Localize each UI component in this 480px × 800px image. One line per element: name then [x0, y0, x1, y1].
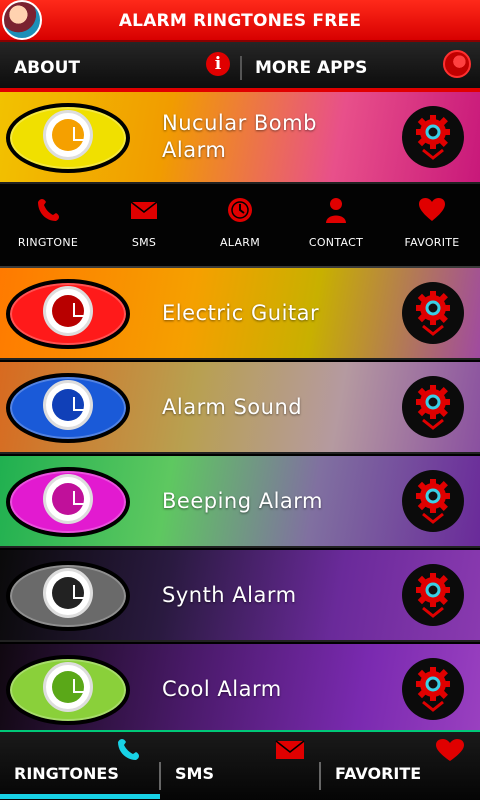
ringtone-title: Synth Alarm: [162, 583, 297, 607]
ringtone-title: Electric Guitar: [162, 301, 320, 325]
ringtone-row-2[interactable]: Electric Guitar: [0, 268, 480, 360]
tab-sms[interactable]: SMS: [161, 732, 321, 800]
action-sms[interactable]: SMS: [96, 184, 192, 268]
ringtone-row-5[interactable]: Synth Alarm: [0, 550, 480, 642]
ringtone-row-1[interactable]: Nucular Bomb Alarm: [0, 92, 480, 184]
app-title: ALARM RINGTONES FREE: [118, 11, 362, 31]
tab-ringtones[interactable]: RINGTONES: [0, 732, 160, 800]
about-button[interactable]: ABOUT: [14, 58, 80, 78]
action-alarm[interactable]: ALARM: [192, 184, 288, 268]
bottom-tab-bar: RINGTONES SMS FAVORITE: [0, 730, 480, 800]
phone-icon: [38, 199, 59, 221]
action-favorite[interactable]: FAVORITE: [384, 184, 480, 268]
alarm-clock-icon: [42, 656, 94, 718]
ringtone-title: Beeping Alarm: [162, 489, 324, 513]
settings-gear-icon[interactable]: [402, 470, 464, 532]
alarm-clock-icon: [42, 280, 94, 342]
ringtone-row-6[interactable]: Cool Alarm: [0, 644, 480, 730]
nav-divider: [240, 56, 242, 80]
globe-icon[interactable]: [443, 50, 471, 78]
action-contact[interactable]: CONTACT: [288, 184, 384, 268]
settings-gear-icon[interactable]: [402, 376, 464, 438]
ringtone-actions-bar: RINGTONE SMS ALARM CONTACT FAVORITE: [0, 184, 480, 268]
title-bar: ALARM RINGTONES FREE: [0, 0, 480, 42]
alarm-icon: [228, 198, 252, 222]
more-apps-button[interactable]: MORE APPS: [255, 58, 367, 78]
envelope-icon: [275, 740, 305, 759]
ringtone-list: Nucular Bomb Alarm RINGTONE SMS ALARM CO…: [0, 92, 480, 730]
alarm-clock-icon: [42, 104, 94, 166]
ringtone-title: Alarm Sound: [162, 395, 303, 419]
settings-gear-icon[interactable]: [402, 658, 464, 720]
heart-icon: [436, 739, 464, 761]
settings-gear-icon[interactable]: [402, 282, 464, 344]
tab-favorite[interactable]: FAVORITE: [321, 732, 480, 800]
phone-icon: [118, 739, 139, 760]
heart-icon: [419, 198, 445, 221]
action-ringtone[interactable]: RINGTONE: [0, 184, 96, 268]
ringtone-title: Nucular Bomb Alarm: [162, 111, 317, 162]
top-nav: ABOUT i MORE APPS: [0, 42, 480, 92]
ringtone-row-4[interactable]: Beeping Alarm: [0, 456, 480, 548]
alarm-clock-icon: [42, 562, 94, 624]
person-icon: [326, 198, 346, 223]
active-tab-indicator: [0, 794, 160, 799]
envelope-icon: [130, 201, 158, 219]
settings-gear-icon[interactable]: [402, 106, 464, 168]
ringtone-row-3[interactable]: Alarm Sound: [0, 362, 480, 454]
settings-gear-icon[interactable]: [402, 564, 464, 626]
info-icon[interactable]: i: [206, 52, 230, 76]
alarm-clock-icon: [42, 468, 94, 530]
alarm-clock-icon: [42, 374, 94, 436]
ringtone-title: Cool Alarm: [162, 677, 282, 701]
